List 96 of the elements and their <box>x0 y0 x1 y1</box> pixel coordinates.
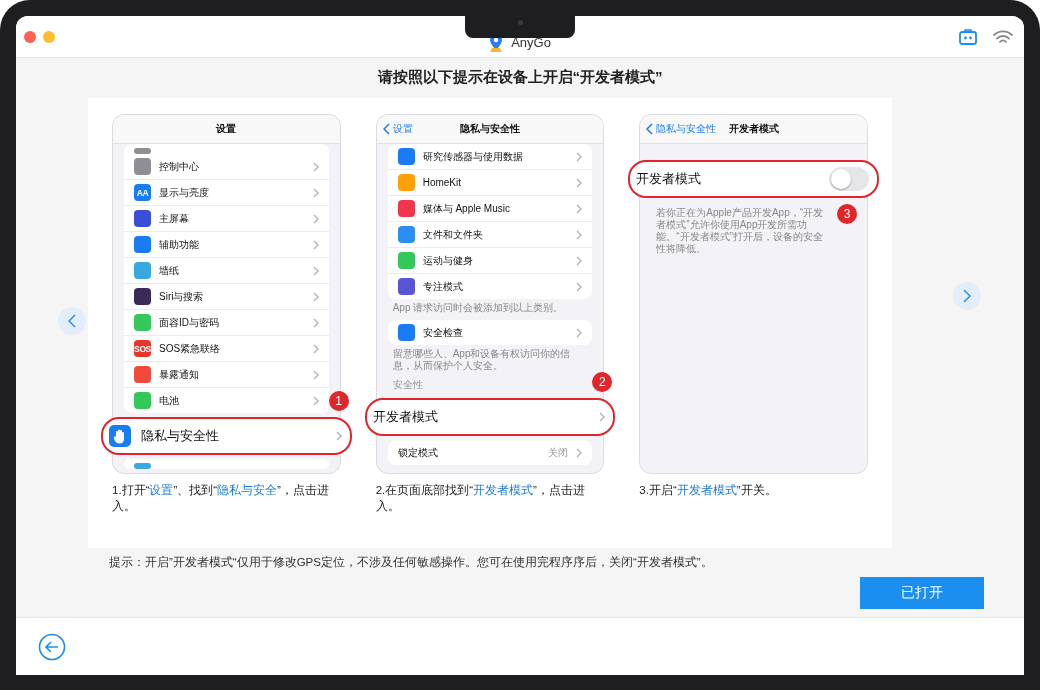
row-label: HomeKit <box>422 177 463 188</box>
footnote-text: App 请求访问时会被添加到以上类别。 <box>392 302 565 314</box>
step-caption: 2.在页面底部找到“开发者模式”，点击进入。 <box>375 483 586 514</box>
app-icon: AA <box>134 184 151 201</box>
chevron-icon <box>335 431 342 441</box>
settings-row[interactable]: 研究传感器与使用数据 <box>387 144 593 170</box>
chevron-right-icon <box>963 289 971 303</box>
chevron-left-icon <box>646 123 654 135</box>
toolbox-icon[interactable] <box>958 27 978 46</box>
settings-row[interactable]: 暴露通知 <box>124 362 329 388</box>
highlighted-row[interactable]: 开发者模式 <box>628 160 879 198</box>
chevron-icon <box>576 177 583 188</box>
wifi-icon[interactable] <box>992 28 1014 45</box>
row-label: 媒体与 Apple Music <box>422 201 511 216</box>
screen-title: 开发者模式 <box>728 122 779 136</box>
section-header: 安全性 <box>392 378 423 392</box>
step-badge: 3 <box>837 204 857 224</box>
screen-title: 隐私与安全性 <box>460 122 520 136</box>
chevron-icon <box>576 203 583 214</box>
row-label: 开发者模式 <box>372 408 439 426</box>
chevron-icon <box>576 255 583 266</box>
row-label: Siri与搜索 <box>159 289 205 304</box>
next-button[interactable] <box>953 282 981 310</box>
settings-row[interactable]: 面容ID与密码 <box>124 310 329 336</box>
chevron-icon <box>576 229 583 240</box>
row-label: 开发者模式 <box>636 170 703 188</box>
step-caption: 1.打开“设置”、找到“隐私与安全”，点击进入。 <box>112 483 330 514</box>
back-button[interactable] <box>38 632 66 661</box>
row-label: 锁定模式 <box>397 445 439 460</box>
chevron-icon <box>576 281 583 292</box>
back-link[interactable]: 隐私与安全性 <box>646 122 729 136</box>
row-label: 文件和文件夹 <box>422 227 484 242</box>
settings-row[interactable]: 媒体与 Apple Music <box>387 196 593 222</box>
settings-row[interactable]: 安全检查 <box>387 320 593 345</box>
chevron-icon <box>312 239 319 250</box>
screen-title: 设置 <box>216 122 237 136</box>
row-label: 主屏幕 <box>159 211 190 226</box>
chevron-icon <box>312 161 319 172</box>
settings-row[interactable]: 辅助功能 <box>124 232 329 258</box>
step-caption: 3.开启“开发者模式”开关。 <box>639 483 778 498</box>
chevron-icon <box>576 447 583 458</box>
settings-row[interactable]: 专注模式 <box>387 274 593 299</box>
settings-row[interactable]: 主屏幕 <box>124 206 329 232</box>
row-label: 研究传感器与使用数据 <box>422 149 524 164</box>
row-label: 暴露通知 <box>159 367 200 382</box>
close-button[interactable] <box>24 30 36 43</box>
settings-row[interactable]: 运动与健身 <box>387 248 593 274</box>
hint-text: 提示：开启”开发者模式“仅用于修改GPS定位，不涉及任何敏感操作。您可在使用完程序序后，关闭“开发者模式”。 <box>108 555 714 570</box>
settings-row[interactable]: Siri与搜索 <box>124 284 329 310</box>
chevron-icon <box>312 187 319 198</box>
row-label: 隐私与安全性 <box>141 427 220 445</box>
camera-icon <box>517 20 523 25</box>
row-value: 关闭 <box>548 445 569 460</box>
chevron-icon <box>312 265 319 276</box>
settings-row[interactable]: 控制中心 <box>124 154 329 180</box>
row-label: 安全检查 <box>422 325 464 340</box>
chevron-left-icon <box>382 123 390 135</box>
chevron-icon <box>312 291 319 302</box>
chevron-icon <box>599 412 606 422</box>
toggle-switch[interactable] <box>829 167 869 191</box>
chevron-icon <box>312 343 319 354</box>
row-label: 电池 <box>159 393 180 408</box>
row-label: 运动与健身 <box>422 253 474 268</box>
step-badge: 2 <box>592 372 613 392</box>
chevron-left-icon <box>68 314 76 328</box>
step-badge: 1 <box>328 391 349 411</box>
chevron-icon <box>312 317 319 328</box>
highlighted-row[interactable]: 开发者模式 <box>364 398 616 436</box>
back-link[interactable]: 设置 <box>382 122 460 136</box>
row-label: 控制中心 <box>159 159 200 174</box>
row-label: 显示与亮度 <box>159 185 210 200</box>
settings-row[interactable]: 文件和文件夹 <box>387 222 593 248</box>
settings-row[interactable]: HomeKit <box>387 170 593 196</box>
settings-row[interactable]: AA 显示与亮度 <box>124 180 329 206</box>
window-title: AnyGo <box>511 35 551 50</box>
row-label: SOS紧急联络 <box>159 341 222 356</box>
highlighted-row[interactable]: 隐私与安全性 <box>101 417 352 455</box>
minimize-button[interactable] <box>43 30 55 43</box>
settings-row[interactable]: 锁定模式 关闭 <box>387 440 593 465</box>
row-label: 面容ID与密码 <box>159 315 220 330</box>
chevron-icon <box>312 213 319 224</box>
footnote-text: 留意哪些人、App和设备有权访问你的信息，从而保护个人安全。 <box>392 348 572 372</box>
footnote-text: 若你正在为Apple产品开发App，“开发者模式”允许你使用App开发所需功能。“开发者模式”打开后，设备的安全性将降低。 <box>656 207 825 255</box>
settings-row[interactable]: 电池 <box>124 388 329 413</box>
settings-row[interactable]: SOS SOS紧急联络 <box>124 336 329 362</box>
settings-row[interactable]: 墙纸 <box>124 258 329 284</box>
row-label: 专注模式 <box>422 279 464 294</box>
chevron-icon <box>312 395 319 406</box>
previous-button[interactable] <box>58 307 86 335</box>
chevron-icon <box>576 327 583 338</box>
page-heading: 请按照以下提示在设备上开启“开发者模式” <box>376 67 664 87</box>
row-label: 墙纸 <box>159 263 180 278</box>
app-icon: SOS <box>134 340 151 357</box>
chevron-icon <box>576 151 583 162</box>
chevron-icon <box>312 369 319 380</box>
row-label: 辅助功能 <box>159 237 200 252</box>
